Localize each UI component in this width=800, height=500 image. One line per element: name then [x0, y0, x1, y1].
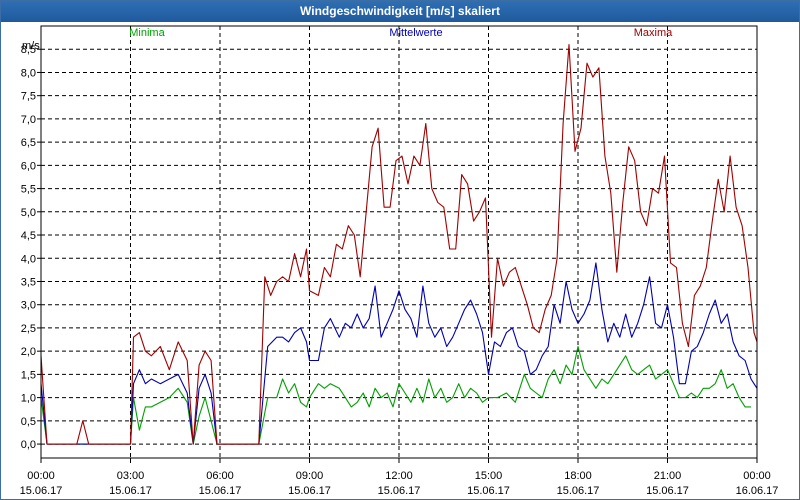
legend-entry-minima: Minima: [129, 27, 165, 39]
y-tick-label: 4,5: [21, 230, 36, 242]
x-tick-time-label: 15:00: [475, 470, 503, 482]
wind-speed-chart: 0,0 0,5 1,0 1,5 2,0 2,5 3,0 3,5 4,0 4,5 5,0 5,5 6,0 6…: [20, 25, 779, 497]
legend-entry-mittelwerte: Mittelwerte: [389, 27, 442, 39]
y-tick-label: 6,5: [21, 137, 36, 149]
y-tick-label: 3,0: [21, 300, 36, 312]
y-tick-label: 2,0: [21, 346, 36, 358]
y-tick-label: 1,0: [21, 393, 36, 405]
y-tick-label: 5,5: [21, 184, 36, 196]
series-line-minima: [40, 345, 751, 445]
y-tick-label: 3,5: [21, 276, 36, 288]
x-tick-date-label: 15.06.17: [288, 485, 331, 497]
y-tick-label: 8,0: [21, 67, 36, 79]
grid-lines: [41, 26, 757, 458]
y-axis-label: m/s: [22, 40, 40, 52]
x-tick-time-label: 03:00: [117, 470, 145, 482]
x-tick-date-label: 15.06.17: [199, 485, 242, 497]
y-tick-label: 0,0: [21, 439, 36, 451]
x-tick-date-label: 16.06.17: [736, 485, 779, 497]
y-tick-label: 2,5: [21, 323, 36, 335]
x-tick-date-label: 15.06.17: [557, 485, 600, 497]
x-tick-time-label: 00:00: [743, 470, 771, 482]
x-tick-time-label: 00:00: [27, 470, 55, 482]
x-tick-date-label: 15.06.17: [646, 485, 689, 497]
x-tick-time-label: 09:00: [296, 470, 324, 482]
y-tick-label: 5,0: [21, 207, 36, 219]
x-tick-time-label: 21:00: [654, 470, 682, 482]
x-tick-time-label: 12:00: [385, 470, 413, 482]
legend-entry-maxima: Maxima: [634, 27, 673, 39]
y-tick-label: 6,0: [21, 160, 36, 172]
x-tick-time-label: 18:00: [564, 470, 592, 482]
legend: Minima Mittelwerte Maxima: [129, 27, 673, 39]
y-tick-label: 7,0: [21, 114, 36, 126]
y-tick-label: 1,5: [21, 369, 36, 381]
x-tick-time-label: 06:00: [206, 470, 234, 482]
x-tick-date-label: 15.06.17: [467, 485, 510, 497]
x-tick-date-label: 15.06.17: [20, 485, 63, 497]
y-tick-label: 4,0: [21, 253, 36, 265]
y-tick-label: 7,5: [21, 91, 36, 103]
y-tick-label: 0,5: [21, 416, 36, 428]
x-tick-date-label: 15.06.17: [378, 485, 421, 497]
x-tick-date-label: 15.06.17: [109, 485, 152, 497]
